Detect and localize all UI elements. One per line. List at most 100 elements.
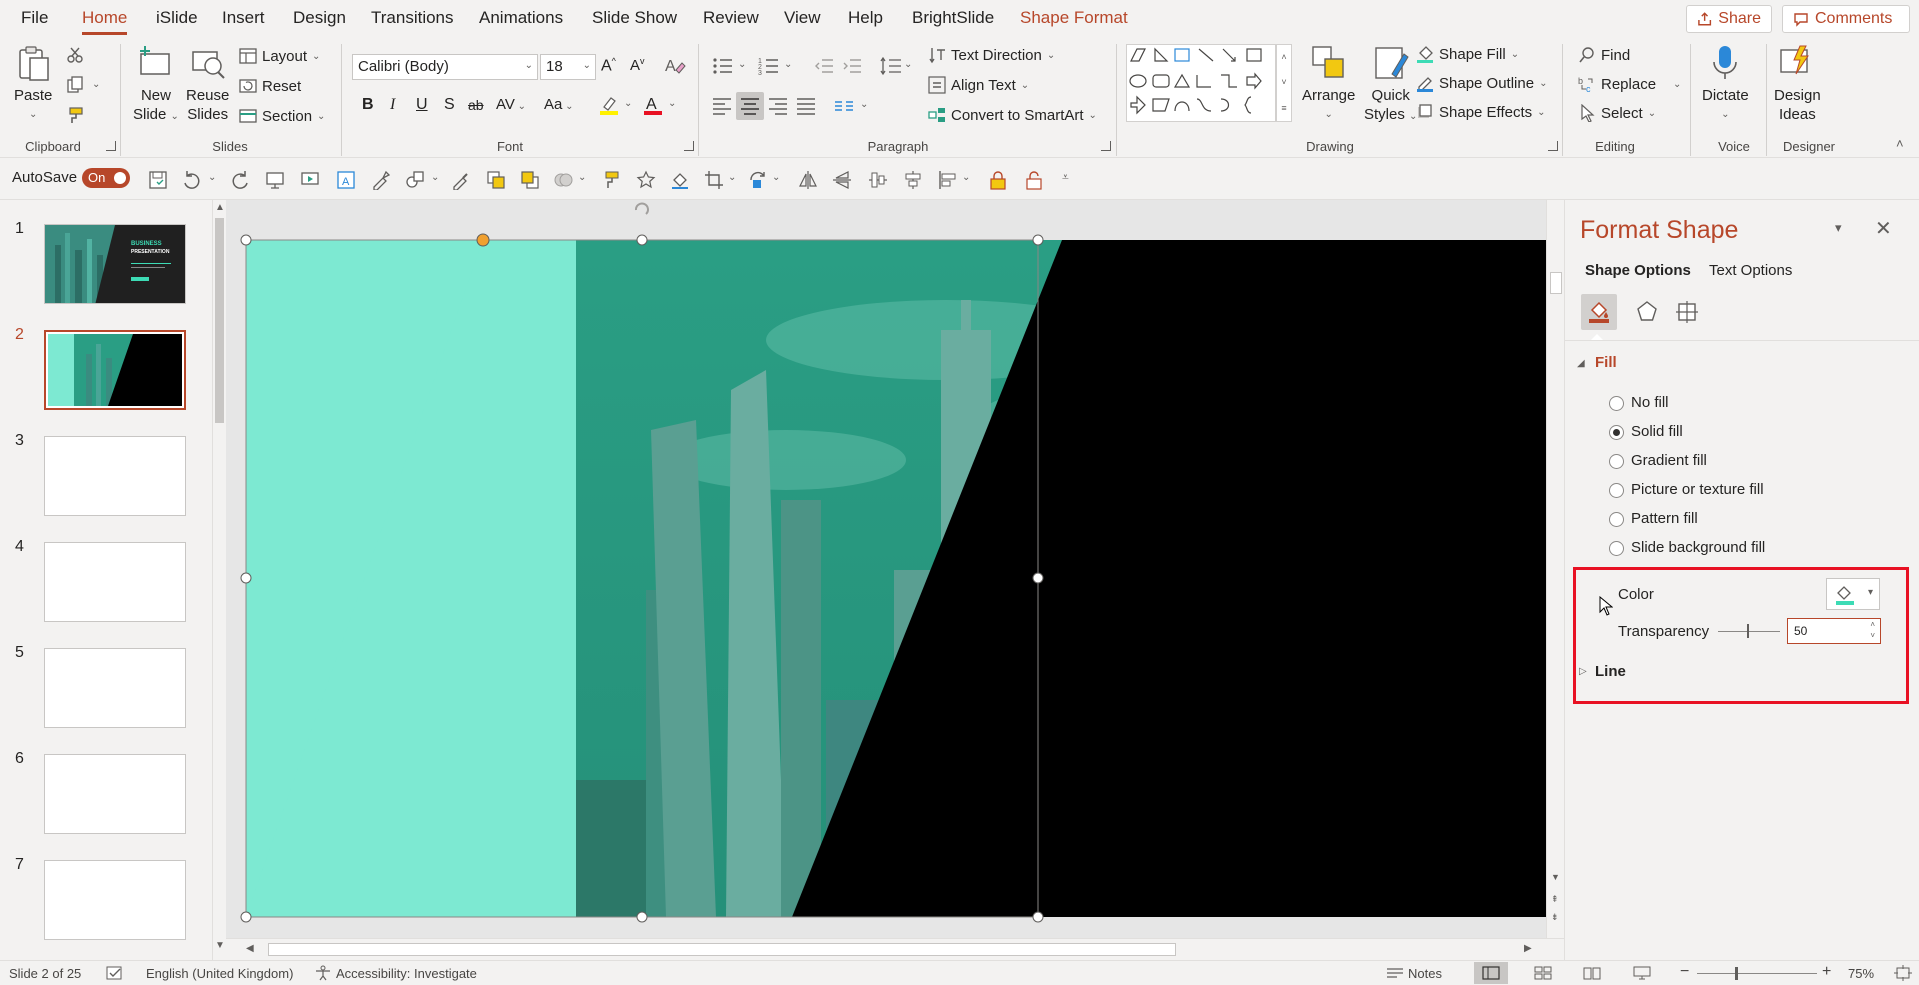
resize-handle[interactable] (1032, 911, 1044, 923)
tab-brightslide[interactable]: BrightSlide (912, 8, 994, 28)
text-box-icon[interactable]: A (336, 170, 356, 190)
find-button[interactable]: Find (1578, 46, 1630, 64)
redo-icon[interactable] (230, 170, 250, 190)
tab-shape-format[interactable]: Shape Format (1020, 8, 1128, 28)
next-slide-icon[interactable]: ⇟ (1551, 912, 1559, 923)
eyedropper-icon[interactable] (371, 170, 391, 190)
gradient-fill-radio[interactable] (1609, 454, 1624, 469)
align-center-vertical-icon[interactable] (903, 170, 923, 190)
slide-show-icon[interactable] (1633, 966, 1651, 980)
chevron-up-icon[interactable]: ˄ (1870, 620, 1875, 629)
transparency-slider-track[interactable] (1718, 631, 1780, 632)
adjust-handle[interactable] (476, 233, 490, 247)
chevron-down-icon[interactable]: ⌄ (962, 172, 970, 183)
scroll-down-icon[interactable]: ▼ (215, 940, 225, 951)
reset-button[interactable]: Reset (239, 77, 301, 95)
zoom-level[interactable]: 75% (1848, 966, 1874, 981)
size-properties-icon[interactable] (1675, 300, 1699, 324)
dictate-button[interactable]: Dictate ⌄ (1702, 44, 1749, 124)
bring-forward-icon[interactable] (486, 170, 506, 190)
convert-smartart-button[interactable]: Convert to SmartArt ⌄ (928, 106, 1097, 124)
customize-qat-icon[interactable]: ⩡ (1062, 170, 1069, 185)
notes-button[interactable]: Notes (1408, 966, 1442, 981)
text-shadow-button[interactable]: S (444, 96, 455, 114)
shape-effects-button[interactable]: Shape Effects ⌄ (1416, 103, 1546, 121)
undo-icon[interactable] (182, 170, 202, 190)
chevron-down-icon[interactable]: ˅ (1277, 70, 1291, 95)
scroll-right-icon[interactable]: ▶ (1524, 943, 1532, 954)
tab-slide-show[interactable]: Slide Show (592, 8, 677, 28)
language-status[interactable]: English (United Kingdom) (146, 966, 293, 981)
tab-file[interactable]: File (21, 8, 48, 28)
section-button[interactable]: Section ⌄ (239, 107, 325, 125)
transparency-input[interactable]: 50 ˄ ˅ (1787, 618, 1881, 644)
lock-icon[interactable] (988, 170, 1008, 190)
thumbnails-scrollbar[interactable]: ▲ ▼ (212, 200, 226, 960)
gallery-scroll[interactable]: ˄ ˅ ≡ (1276, 44, 1292, 122)
resize-handle[interactable] (240, 234, 252, 246)
notes-icon[interactable] (1386, 966, 1404, 980)
insert-shapes-icon[interactable] (405, 170, 425, 190)
bullets-icon[interactable] (712, 56, 734, 76)
text-direction-button[interactable]: Text Direction ⌄ (928, 46, 1055, 64)
tab-islide[interactable]: iSlide (156, 8, 198, 28)
change-case-button[interactable]: Aa ⌄ (544, 96, 574, 113)
chevron-down-icon[interactable]: ⌄ (784, 59, 792, 70)
zoom-slider-track[interactable] (1697, 973, 1817, 974)
slide-background-fill-label[interactable]: Slide background fill (1631, 539, 1765, 556)
chevron-up-icon[interactable]: ˄ (1277, 45, 1291, 70)
font-size-field[interactable]: 18 ⌄ (540, 54, 596, 80)
arrange-button[interactable]: Arrange ⌄ (1302, 44, 1355, 124)
shape-fill-icon[interactable] (670, 170, 690, 190)
paragraph-launcher-icon[interactable] (1101, 141, 1111, 151)
effects-pentagon-icon[interactable] (1635, 300, 1659, 324)
shapes-gallery[interactable] (1126, 44, 1276, 122)
scrollbar-thumb[interactable] (1550, 272, 1562, 294)
scrollbar-thumb[interactable] (215, 218, 224, 423)
align-right-icon[interactable] (768, 96, 788, 116)
line-section-header[interactable]: Line (1595, 663, 1626, 680)
slide-counter[interactable]: Slide 2 of 25 (9, 966, 81, 981)
reuse-slides-button[interactable]: Reuse Slides (186, 44, 229, 124)
tab-insert[interactable]: Insert (222, 8, 265, 28)
new-slide-button[interactable]: New Slide ⌄ (133, 44, 179, 126)
chevron-down-icon[interactable]: ⌄ (208, 172, 216, 183)
chevron-down-icon[interactable]: ⌄ (431, 172, 439, 183)
chevron-down-icon[interactable]: ⌄ (728, 172, 736, 183)
canvas-horizontal-scrollbar[interactable]: ◀ ▶ (226, 938, 1564, 960)
copy-icon[interactable] (66, 76, 84, 94)
no-fill-label[interactable]: No fill (1631, 394, 1669, 411)
flip-horizontal-icon[interactable] (798, 170, 818, 190)
scroll-down-icon[interactable]: ▼ (1551, 872, 1560, 882)
accessibility-status[interactable]: Accessibility: Investigate (336, 966, 477, 981)
merge-shapes-icon[interactable] (553, 170, 573, 190)
numbering-icon[interactable]: 123 (758, 56, 780, 76)
zoom-out-icon[interactable]: − (1680, 963, 1689, 981)
italic-button[interactable]: I (390, 96, 395, 114)
tab-home[interactable]: Home (82, 8, 128, 35)
pattern-fill-radio[interactable] (1609, 512, 1624, 527)
chevron-down-icon[interactable]: ⌄ (92, 79, 100, 90)
chevron-down-icon[interactable]: ⌄ (525, 60, 533, 71)
slide-background-fill-radio[interactable] (1609, 541, 1624, 556)
bold-button[interactable]: B (362, 96, 374, 114)
slide-thumbnail-2[interactable] (44, 330, 186, 410)
select-button[interactable]: Select ⌄ (1578, 104, 1656, 122)
chevron-down-icon[interactable]: ⌄ (624, 98, 632, 109)
design-ideas-button[interactable]: Design Ideas (1774, 44, 1821, 124)
replace-button[interactable]: bc Replace ⌄ (1578, 75, 1681, 94)
slide-thumbnail-6[interactable] (44, 754, 186, 834)
spelling-check-icon[interactable] (106, 966, 124, 981)
rotate-handle-icon[interactable] (635, 202, 649, 215)
fill-line-category-button[interactable] (1581, 294, 1617, 330)
share-button[interactable]: Share (1686, 5, 1772, 33)
shape-fill-button[interactable]: Shape Fill ⌄ (1416, 45, 1519, 63)
zoom-in-icon[interactable]: + (1822, 963, 1831, 981)
picture-fill-radio[interactable] (1609, 483, 1624, 498)
unlock-icon[interactable] (1024, 170, 1044, 190)
character-spacing-button[interactable]: AV ⌄ (496, 96, 526, 113)
clear-formatting-icon[interactable]: A (664, 56, 686, 76)
slide-thumbnail-4[interactable] (44, 542, 186, 622)
columns-icon[interactable] (834, 96, 854, 116)
chevron-down-icon[interactable]: ⌄ (583, 60, 591, 71)
